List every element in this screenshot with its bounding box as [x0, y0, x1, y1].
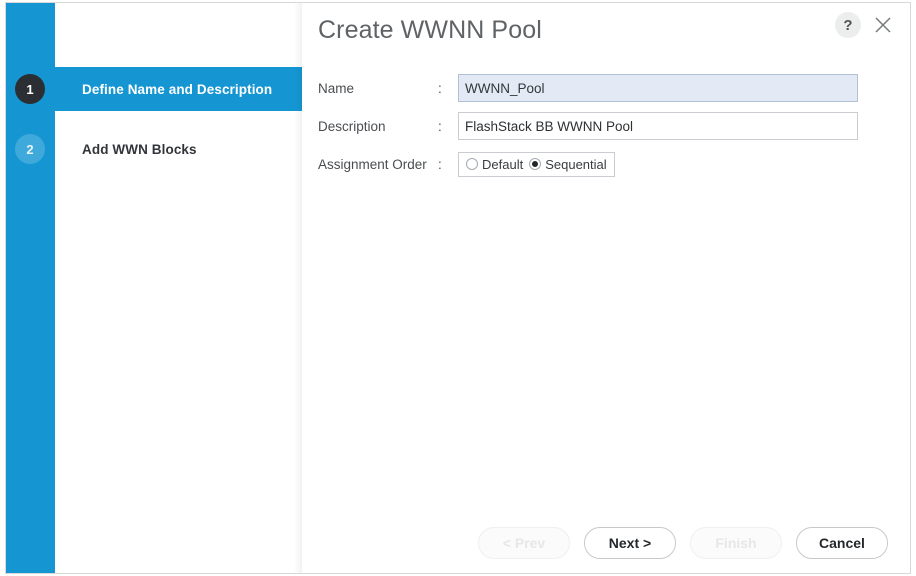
dialog-content: Create WWNN Pool ? Name : Description [302, 3, 910, 573]
radio-label-default: Default [482, 156, 524, 172]
form-row-name: Name : [318, 73, 910, 103]
radio-option-sequential[interactable]: Sequential [529, 156, 607, 172]
radio-option-default[interactable]: Default [466, 157, 523, 172]
radio-label-sequential: Sequential [545, 156, 607, 172]
help-icon[interactable]: ? [835, 12, 861, 38]
name-separator: : [438, 80, 442, 96]
step-badge-1: 1 [15, 74, 45, 104]
dialog-titlebar: Create WWNN Pool ? [302, 3, 910, 57]
radio-icon-sequential [529, 158, 542, 170]
sidebar-item-label-1: Define Name and Description [82, 81, 273, 97]
step-badge-2: 2 [15, 134, 45, 164]
description-input[interactable] [458, 112, 858, 140]
close-icon[interactable] [870, 12, 896, 38]
page-title: Create WWNN Pool [318, 15, 542, 44]
wizard-sidebar: 1 Define Name and Description 2 Add WWN … [6, 3, 302, 573]
next-button[interactable]: Next > [584, 527, 676, 559]
dialog-footer: < Prev Next > Finish Cancel [302, 513, 910, 573]
prev-button: < Prev [478, 527, 570, 559]
form-row-assignment-order: Assignment Order : Default Sequential [318, 149, 910, 179]
create-wwnn-pool-dialog: 1 Define Name and Description 2 Add WWN … [5, 2, 911, 574]
description-separator: : [438, 118, 442, 134]
finish-button: Finish [690, 527, 782, 559]
titlebar-actions: ? [835, 12, 896, 38]
wizard-step-list: 1 Define Name and Description 2 Add WWN … [6, 3, 302, 164]
description-label: Description [318, 118, 386, 134]
form-row-description: Description : [318, 111, 910, 141]
pool-definition-form: Name : Description : Assignment Order : … [302, 57, 910, 179]
name-input[interactable] [458, 74, 858, 102]
assignment-order-label: Assignment Order [318, 156, 427, 172]
name-label: Name [318, 80, 355, 96]
radio-icon-default [466, 158, 478, 170]
assignment-order-separator: : [438, 156, 442, 172]
sidebar-item-add-wwn-blocks[interactable]: 2 Add WWN Blocks [6, 127, 302, 171]
assignment-order-radio-group: Default Sequential [458, 151, 615, 177]
cancel-button[interactable]: Cancel [796, 527, 888, 559]
sidebar-item-define-name-and-description[interactable]: 1 Define Name and Description [6, 67, 302, 111]
